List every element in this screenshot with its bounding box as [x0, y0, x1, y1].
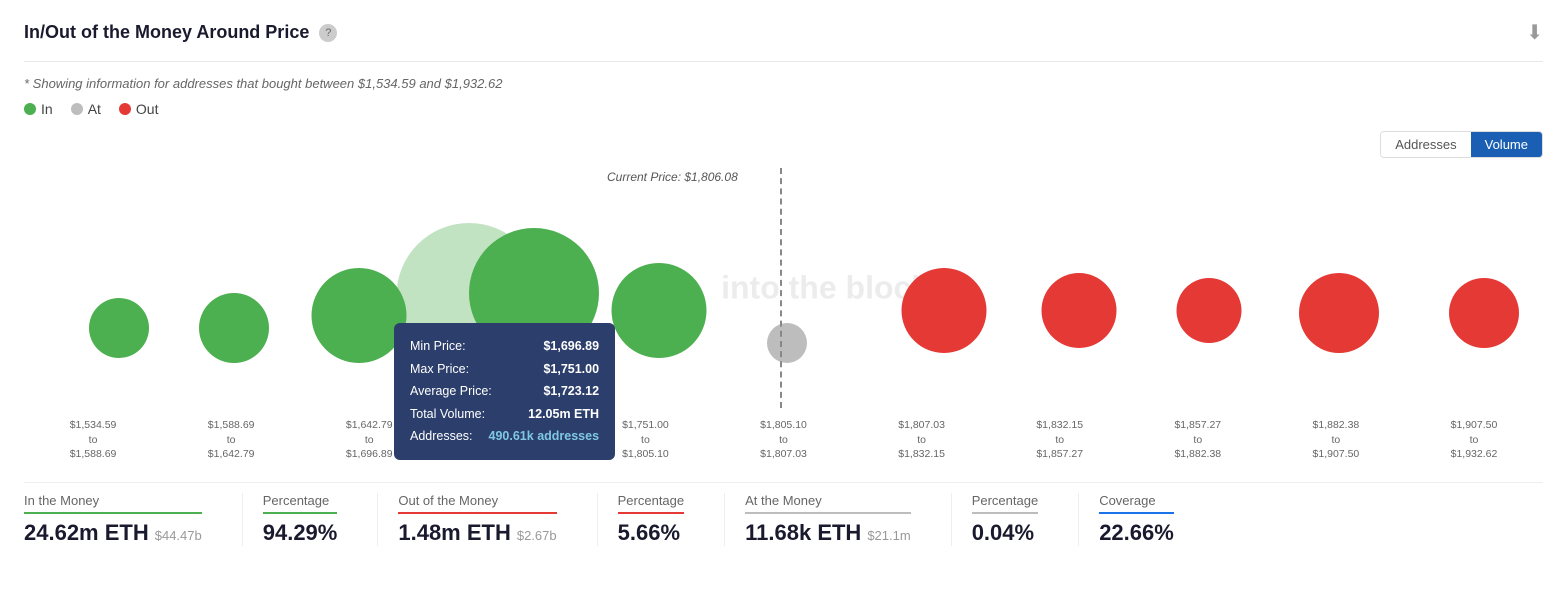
download-icon[interactable]: ⬇ [1526, 20, 1543, 45]
legend-dot-at [71, 103, 83, 115]
tooltip-avg-label: Average Price: [410, 380, 492, 403]
stat-value-in-pct: 94.29% [263, 520, 338, 546]
addresses-button[interactable]: Addresses [1381, 132, 1470, 157]
tooltip: Min Price: $1,696.89 Max Price: $1,751.0… [394, 323, 615, 460]
stat-underline-out-money [398, 512, 556, 514]
tooltip-max-label: Max Price: [410, 358, 469, 381]
main-container: In/Out of the Money Around Price ? ⬇ * S… [0, 0, 1567, 608]
view-toggle: Addresses Volume [1380, 131, 1543, 158]
legend-item-out: Out [119, 101, 159, 117]
stat-label-at-money: At the Money [745, 493, 911, 508]
tooltip-vol-value: 12.05m ETH [528, 403, 599, 426]
stat-underline-coverage [1099, 512, 1174, 514]
tooltip-min-value: $1,696.89 [543, 335, 599, 358]
stat-underline-in-money [24, 512, 202, 514]
stat-value-coverage: 22.66% [1099, 520, 1174, 546]
bubble-10[interactable] [1299, 273, 1379, 353]
x-tick-0: $1,534.59to$1,588.69 [24, 418, 162, 462]
stat-value-in-money: 24.62m ETH$44.47b [24, 520, 202, 546]
legend-label-out: Out [136, 101, 159, 117]
bubble-11[interactable] [1449, 278, 1519, 348]
bubble-7[interactable] [902, 268, 987, 353]
stats-row: In the Money 24.62m ETH$44.47b Percentage 9… [24, 482, 1543, 546]
stat-value-at-pct: 0.04% [972, 520, 1039, 546]
tooltip-vol-label: Total Volume: [410, 403, 485, 426]
stat-block-in-money: In the Money 24.62m ETH$44.47b [24, 493, 222, 546]
bubble-5[interactable] [612, 263, 707, 358]
bubble-2[interactable] [312, 268, 407, 363]
legend-dot-in [24, 103, 36, 115]
stat-label-coverage: Coverage [1099, 493, 1174, 508]
legend-item-in: In [24, 101, 53, 117]
stat-label-in-pct: Percentage [263, 493, 338, 508]
stat-underline-at-money [745, 512, 911, 514]
chart-area: into the block Current Price: $1,806.08 … [24, 168, 1543, 408]
bubbles-container [24, 168, 1543, 408]
bubble-1[interactable] [199, 293, 269, 363]
stat-value-at-money: 11.68k ETH$21.1m [745, 520, 911, 546]
stat-underline-in-pct [263, 512, 338, 514]
volume-button[interactable]: Volume [1471, 132, 1542, 157]
current-price-label: Current Price: $1,806.08 [607, 170, 738, 184]
stat-underline-out-pct [618, 512, 685, 514]
bubble-8[interactable] [1042, 273, 1117, 348]
help-icon[interactable]: ? [319, 24, 337, 42]
stat-block-out-money: Out of the Money 1.48m ETH$2.67b [398, 493, 576, 546]
stat-block-coverage: Coverage 22.66% [1099, 493, 1194, 546]
stat-block-in-pct: Percentage 94.29% [263, 493, 358, 546]
subtitle: * Showing information for addresses that… [24, 76, 1543, 91]
header: In/Out of the Money Around Price ? ⬇ [24, 20, 1543, 62]
x-tick-9: $1,882.38to$1,907.50 [1267, 418, 1405, 462]
bubble-0[interactable] [89, 298, 149, 358]
x-tick-7: $1,832.15to$1,857.27 [991, 418, 1129, 462]
legend-item-at: At [71, 101, 101, 117]
tooltip-min-label: Min Price: [410, 335, 466, 358]
x-tick-10: $1,907.50to$1,932.62 [1405, 418, 1543, 462]
legend-dot-out [119, 103, 131, 115]
x-tick-1: $1,588.69to$1,642.79 [162, 418, 300, 462]
stat-label-out-money: Out of the Money [398, 493, 556, 508]
stat-divider-3 [724, 493, 725, 546]
legend-label-in: In [41, 101, 53, 117]
bubble-6[interactable] [767, 323, 807, 363]
x-tick-5: $1,805.10to$1,807.03 [714, 418, 852, 462]
stat-value-out-pct: 5.66% [618, 520, 685, 546]
stat-underline-at-pct [972, 512, 1039, 514]
legend-label-at: At [88, 101, 101, 117]
x-tick-6: $1,807.03to$1,832.15 [853, 418, 991, 462]
stat-block-at-money: At the Money 11.68k ETH$21.1m [745, 493, 931, 546]
stat-value-out-money: 1.48m ETH$2.67b [398, 520, 556, 546]
stat-block-at-pct: Percentage 0.04% [972, 493, 1059, 546]
controls: Addresses Volume [24, 131, 1543, 158]
bubble-9[interactable] [1177, 278, 1242, 343]
stat-block-out-pct: Percentage 5.66% [618, 493, 705, 546]
stat-divider-2 [597, 493, 598, 546]
tooltip-max-value: $1,751.00 [543, 358, 599, 381]
page-title: In/Out of the Money Around Price [24, 22, 309, 43]
stat-divider-0 [242, 493, 243, 546]
stat-label-at-pct: Percentage [972, 493, 1039, 508]
stat-divider-4 [951, 493, 952, 546]
stat-divider-1 [377, 493, 378, 546]
x-tick-8: $1,857.27to$1,882.38 [1129, 418, 1267, 462]
stat-label-out-pct: Percentage [618, 493, 685, 508]
legend: In At Out [24, 101, 1543, 117]
current-price-line [780, 168, 782, 408]
x-axis: $1,534.59to$1,588.69$1,588.69to$1,642.79… [24, 418, 1543, 462]
stat-label-in-money: In the Money [24, 493, 202, 508]
stat-divider-5 [1078, 493, 1079, 546]
tooltip-avg-value: $1,723.12 [543, 380, 599, 403]
tooltip-addr-value: 490.61k addresses [489, 425, 600, 448]
tooltip-addr-label: Addresses: [410, 425, 473, 448]
